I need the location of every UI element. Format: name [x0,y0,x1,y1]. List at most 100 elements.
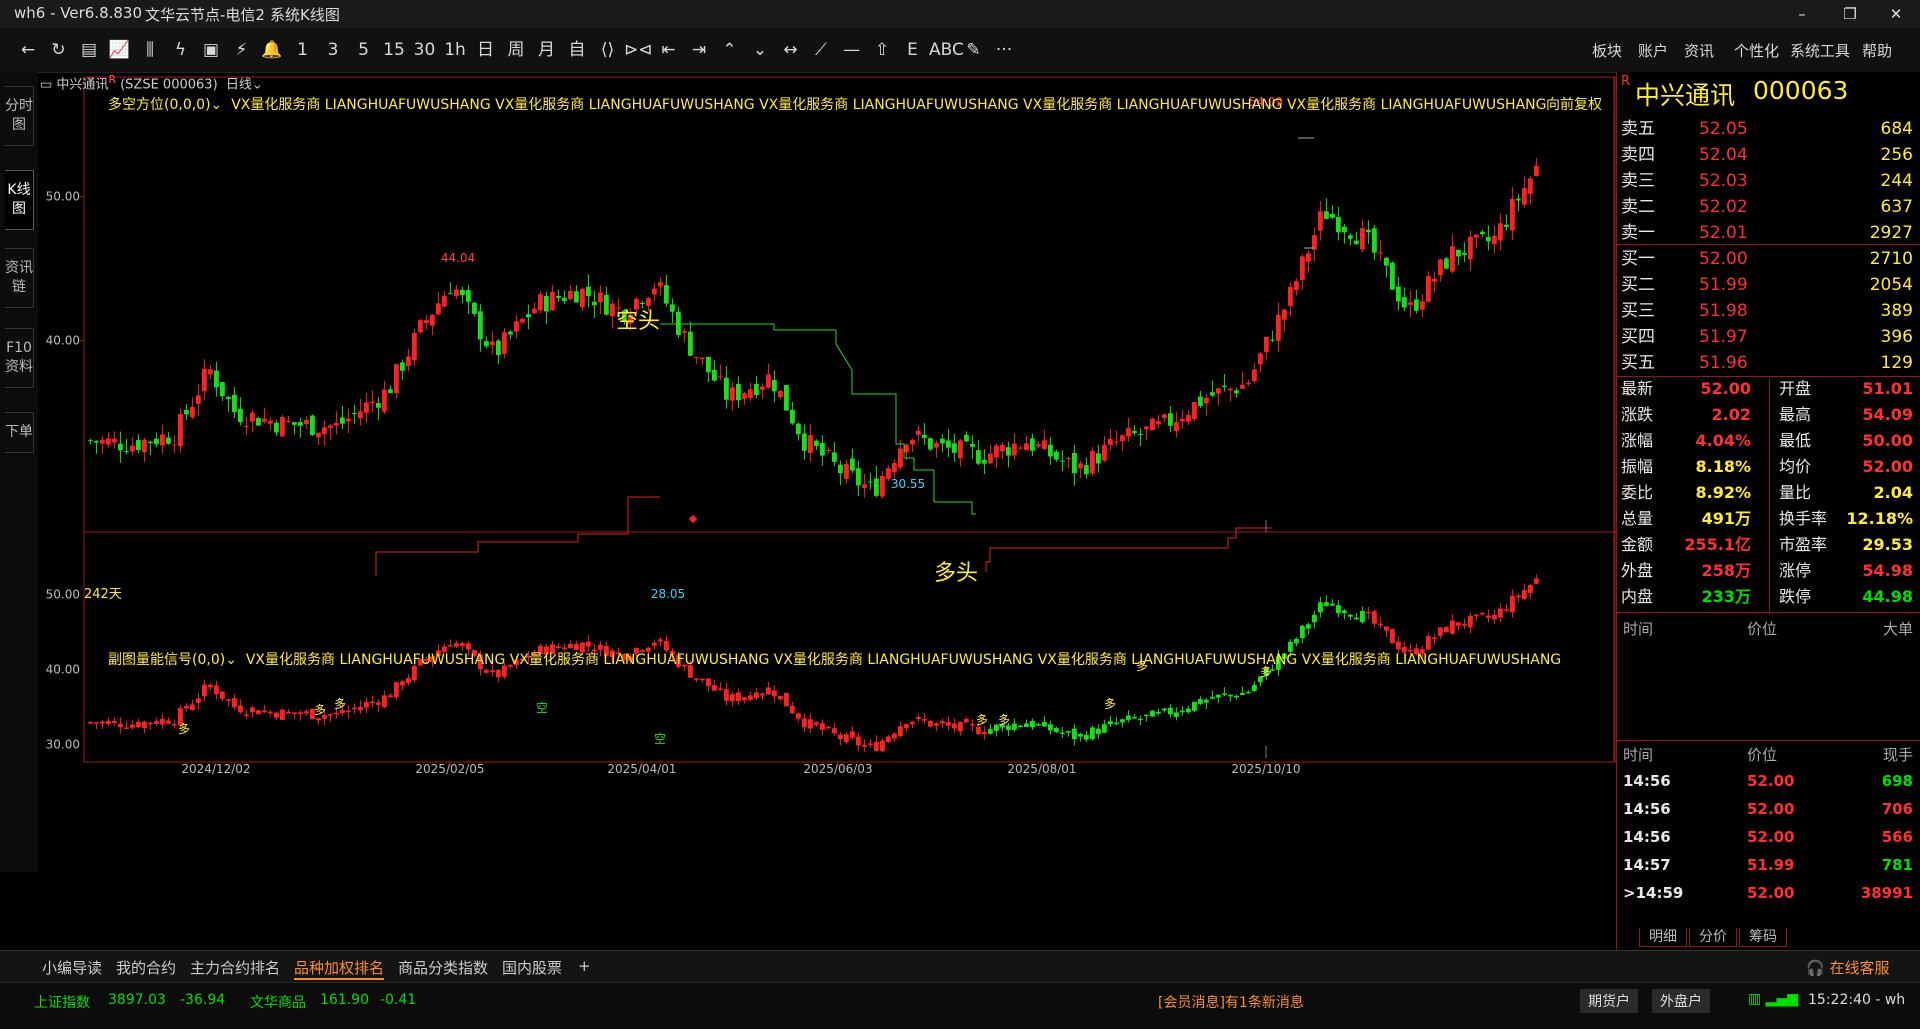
low-price-label: 28.05 [651,587,685,601]
bid-row[interactable]: 买三 51.98 389 [1621,298,1917,324]
ask-row[interactable]: 卖三 52.03 244 [1621,168,1917,194]
toolbar-btn-0[interactable]: ← [14,38,42,62]
ask-row[interactable]: 卖二 52.02 637 [1621,194,1917,220]
tick-row[interactable]: 14:57 51.99 781 [1621,852,1917,878]
bottom-tab-6[interactable]: + [578,957,591,975]
futures-account-button[interactable]: 期货户 [1580,989,1638,1013]
menu-4[interactable]: 系统工具 [1790,40,1850,61]
toolbar-btn-29[interactable]: E [899,38,927,62]
menu-2[interactable]: 资讯 [1684,40,1714,61]
bottom-tab-1[interactable]: 我的合约 [116,957,176,978]
bid-row[interactable]: 买二 51.99 2054 [1621,272,1917,298]
candle-body [316,432,321,438]
tab-f10[interactable]: F10资料 [5,328,34,388]
online-service-button[interactable]: 🎧 在线客服 [1806,957,1889,978]
toolbar-btn-13[interactable]: 30 [411,38,439,62]
maximize-button[interactable]: ❐ [1830,2,1870,26]
toolbar-btn-16[interactable]: 周 [502,38,530,62]
bid-row[interactable]: 买一 52.00 2710 [1621,246,1917,272]
toolbar-btn-15[interactable]: 日 [472,38,500,62]
toolbar-btn-19[interactable]: ⟨⟩ [594,38,622,62]
symbol-bar[interactable]: ▭ 中兴通讯R (SZSE 000063) 日线⌄ [40,73,263,92]
bottom-tab-5[interactable]: 国内股票 [502,957,562,978]
candle-body [1396,286,1401,302]
candle-body [1474,234,1479,238]
menu-3[interactable]: 个性化 [1734,40,1779,61]
menu-5[interactable]: 帮助 [1862,40,1892,61]
toolbar-btn-22[interactable]: ⇥ [685,38,713,62]
tab-order[interactable]: 下单 [5,412,34,453]
toolbar-btn-7[interactable]: ⚡ [228,38,256,62]
index1-name[interactable]: 上证指数 [34,992,90,1012]
toolbar-btn-3[interactable]: 📈 [106,38,134,62]
sub-indicator-name[interactable]: 副图量能信号(0,0) [108,652,225,668]
toolbar-btn-6[interactable]: ▣ [197,38,225,62]
toolbar-btn-8[interactable]: 🔔 [258,38,286,62]
tab-news[interactable]: 资讯链 [5,248,34,308]
bottom-tab-0[interactable]: 小编导读 [42,957,102,978]
toolbar-btn-1[interactable]: ↻ [45,38,73,62]
toolbar-btn-26[interactable]: ⟋ [807,38,835,62]
toolbar-btn-17[interactable]: 月 [533,38,561,62]
toolbar-btn-5[interactable]: ϟ [167,38,195,62]
bottom-tab-4[interactable]: 商品分类指数 [398,957,488,978]
index2-name[interactable]: 文华商品 [250,992,306,1012]
toolbar-btn-4[interactable]: ⫼ [136,38,164,62]
toolbar-btn-11[interactable]: 5 [350,38,378,62]
toolbar-btn-18[interactable]: 自 [563,38,591,62]
toolbar-btn-27[interactable]: — [838,38,866,62]
toolbar-btn-14[interactable]: 1h [441,38,469,62]
main-indicator-name[interactable]: 多空方位(0,0,0) [108,97,211,113]
toolbar-btn-31[interactable]: ✎ [960,38,988,62]
outer-account-button[interactable]: 外盘户 [1652,989,1710,1013]
close-button[interactable]: ✕ [1876,2,1916,26]
toolbar-btn-2[interactable]: ▤ [75,38,103,62]
chart-area[interactable]: 50.00 40.00 50.00 40.00 30.00 空头 多头 44.04 54.09 2… [38,72,1616,950]
toolbar-btn-20[interactable]: ⊳⊲ [624,38,653,62]
tick-row[interactable]: 14:56 52.00 698 [1621,768,1917,794]
toolbar-btn-23[interactable]: ⌃ [716,38,744,62]
main-indicator-bar[interactable]: 多空方位(0,0,0)⌄ VX量化服务商 LIANGHUAFUWUSHANG V… [108,94,1546,114]
ask-row[interactable]: 卖四 52.04 256 [1621,142,1917,168]
ask-row[interactable]: 卖一 52.01 2927 [1621,220,1917,246]
tab-kline[interactable]: K线图 [5,170,34,230]
adjust-mode[interactable]: 向前复权 [1546,94,1602,114]
toolbar-btn-9[interactable]: 1 [289,38,317,62]
y-tick-label: 40.00 [46,663,80,677]
sub-indicator-bar[interactable]: 副图量能信号(0,0)⌄ VX量化服务商 LIANGHUAFUWUSHANG V… [108,649,1561,669]
bid-row[interactable]: 买四 51.97 396 [1621,324,1917,350]
toolbar-btn-28[interactable]: ⇧ [868,38,896,62]
y-tick-label: 50.00 [46,190,80,204]
tick-price: 51.99 [1747,856,1795,874]
bottom-tab-3[interactable]: 品种加权排名 [294,957,385,980]
candle-body [910,439,915,445]
bottom-tab-2[interactable]: 主力合约排名 [190,957,280,978]
detail-tab-0[interactable]: 明细 [1639,928,1687,947]
toolbar-btn-12[interactable]: 15 [380,38,408,62]
toolbar-btn-25[interactable]: ↔ [777,38,805,62]
ask-row[interactable]: 卖五 52.05 684 [1621,116,1917,142]
side-tabs: 分时图 K线图 资讯链 F10资料 下单 [0,72,38,872]
tick-row[interactable]: 14:56 52.00 706 [1621,796,1917,822]
minimize-button[interactable]: – [1782,2,1822,26]
toolbar-btn-21[interactable]: ⇤ [655,38,683,62]
stat-value: 2.02 [1711,405,1751,424]
period-select[interactable]: 日线 [226,77,252,92]
detail-tab-1[interactable]: 分价 [1689,928,1737,947]
tab-timeshare[interactable]: 分时图 [5,86,34,146]
stat-label: 涨跌 [1621,405,1654,424]
toolbar-btn-24[interactable]: ⌄ [746,38,774,62]
kline-chart[interactable]: 50.0040.0050.0040.0030.00空头多头44.0454.092… [38,72,1616,950]
menu-0[interactable]: 板块 [1592,40,1622,61]
detail-tab-2[interactable]: 筹码 [1739,928,1787,947]
bid-row[interactable]: 买五 51.96 129 [1621,350,1917,376]
toolbar-btn-32[interactable]: ··· [990,38,1018,62]
toolbar-btn-10[interactable]: 3 [319,38,347,62]
tick-row[interactable]: >14:59 52.00 38991 [1621,880,1917,906]
tick-row[interactable]: 14:56 52.00 566 [1621,824,1917,850]
menu-1[interactable]: 账户 [1638,40,1668,61]
member-message[interactable]: [会员消息]有1条新消息 [1158,992,1304,1012]
server-node[interactable]: 文华云节点-电信2 [145,4,265,25]
stat-label: 总量 [1621,509,1654,528]
toolbar-btn-30[interactable]: ABC [929,38,964,62]
